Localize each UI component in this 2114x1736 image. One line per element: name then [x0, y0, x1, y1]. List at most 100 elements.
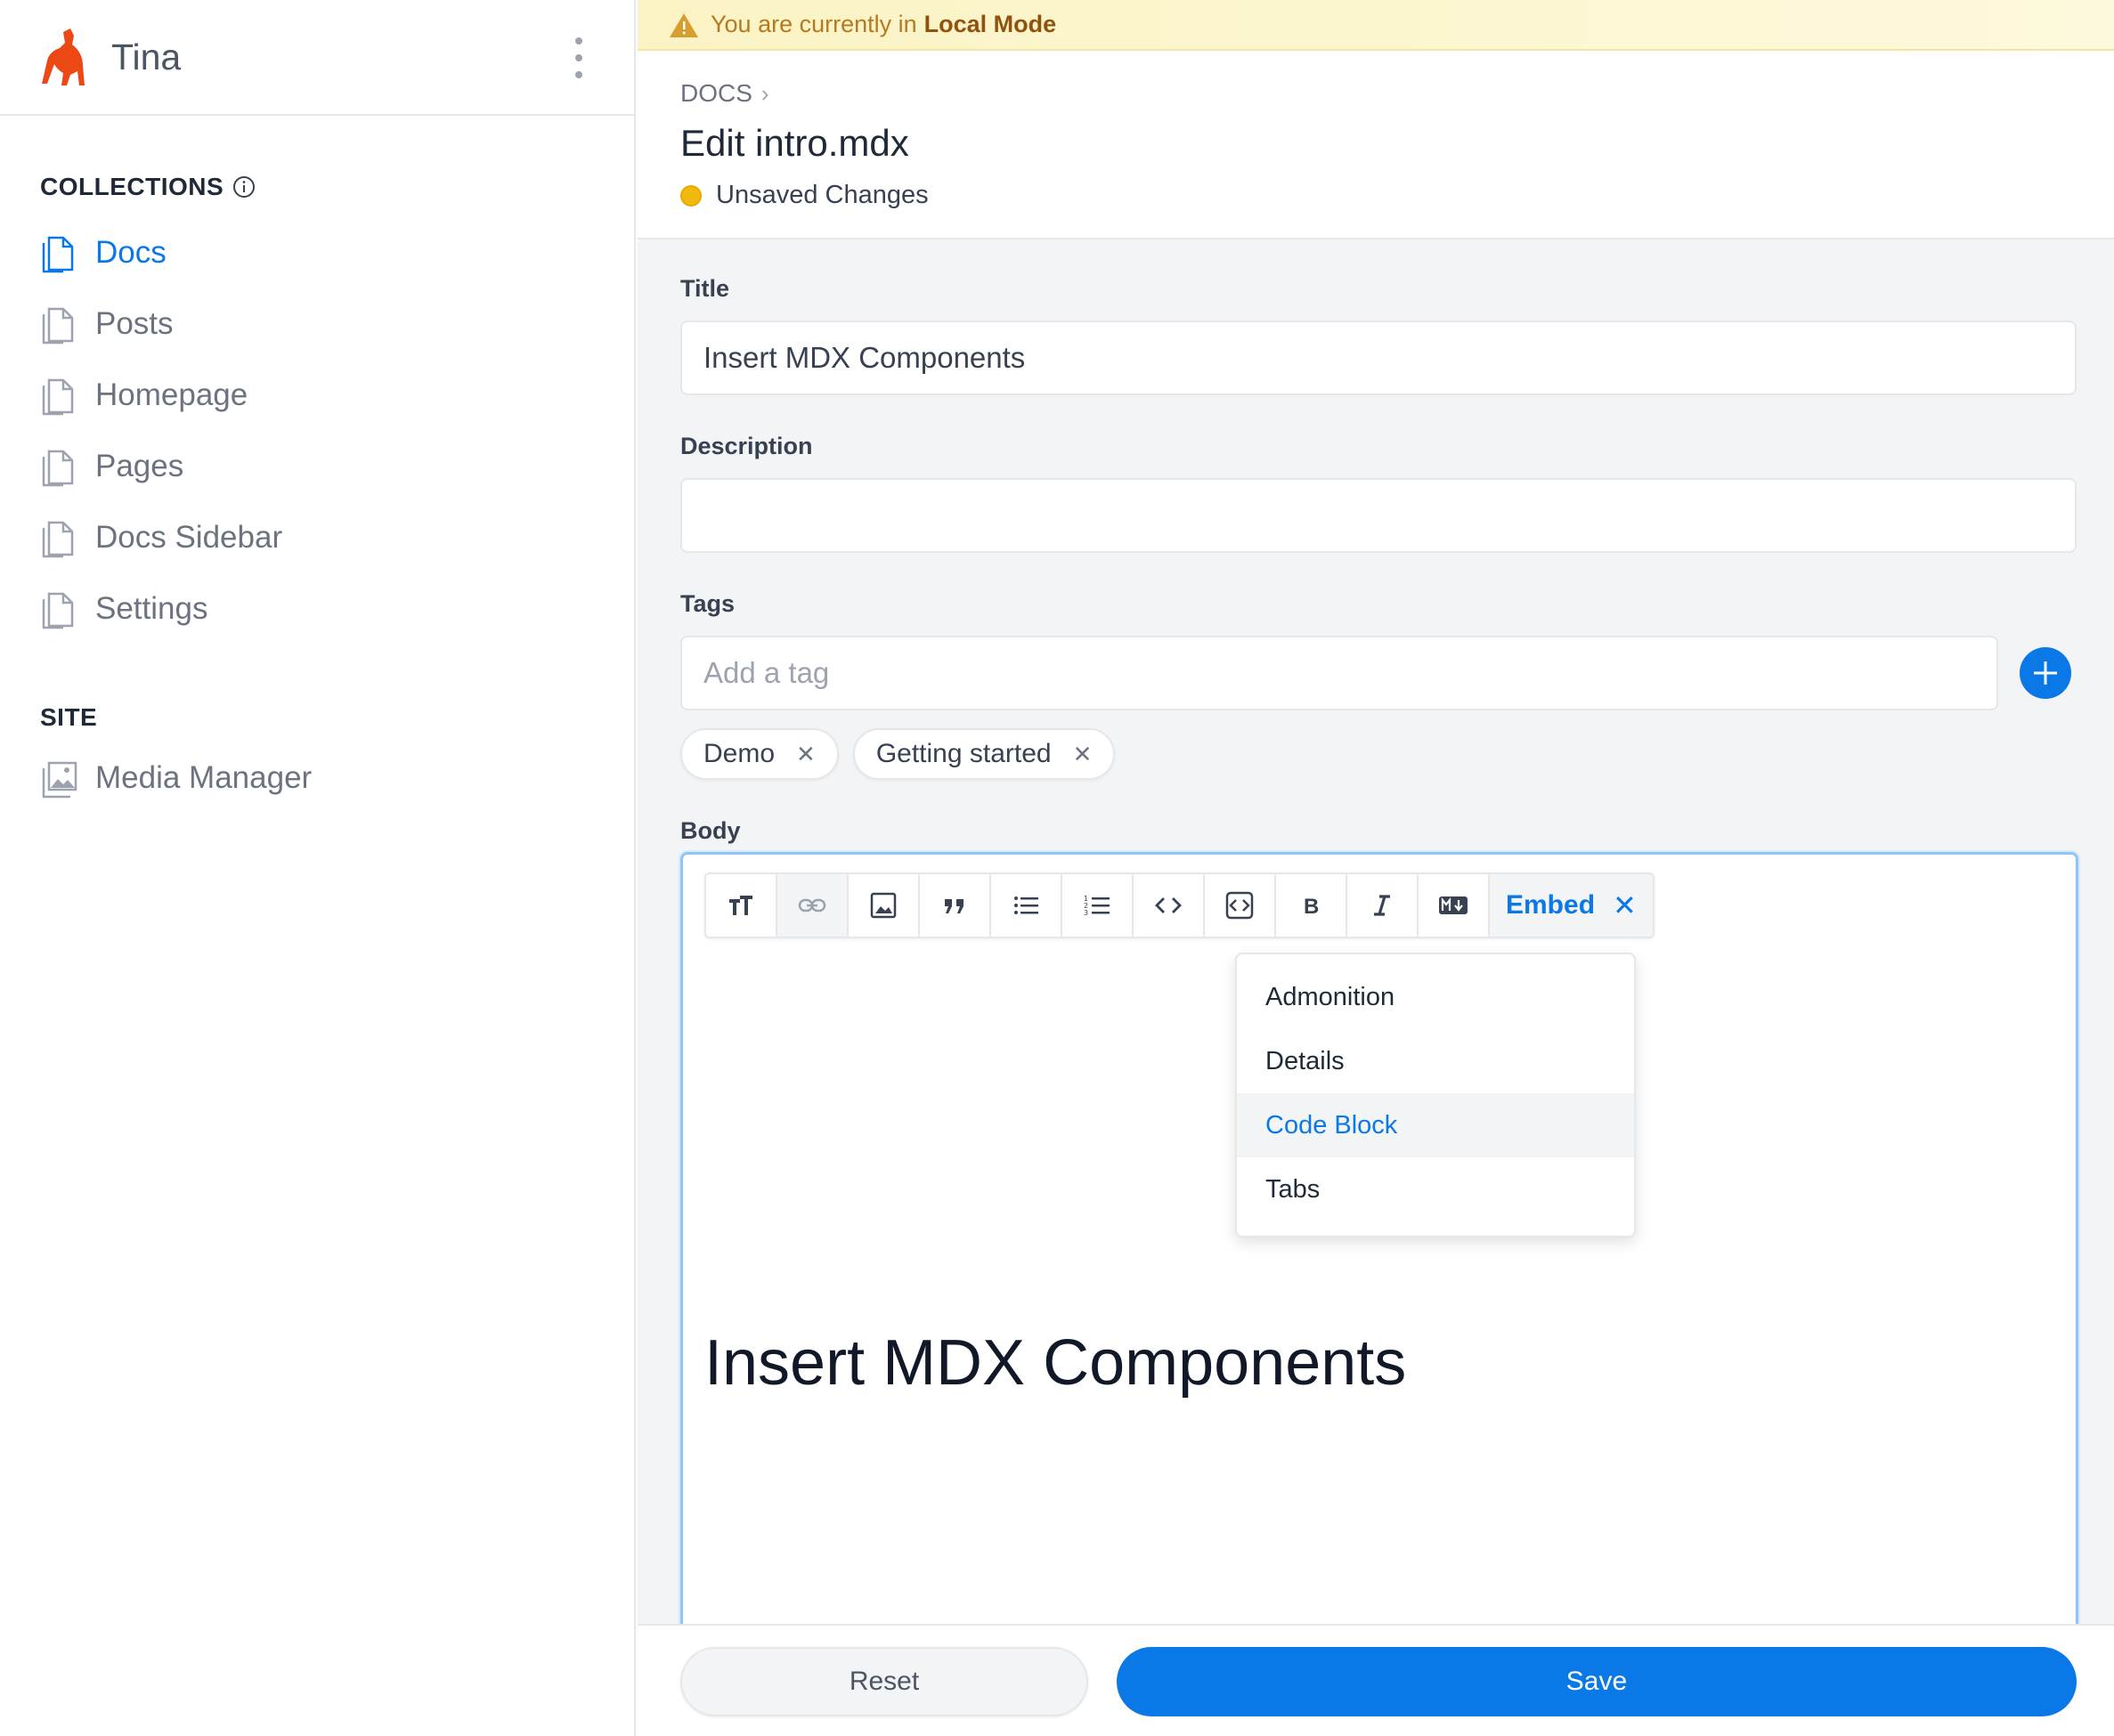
document-icon [42, 521, 74, 558]
status-indicator: Unsaved Changes [680, 181, 2071, 210]
code-icon [1155, 897, 1182, 913]
italic-button[interactable] [1347, 874, 1419, 937]
quote-icon [945, 899, 963, 913]
sidebar-item-homepage[interactable]: Homepage [0, 360, 634, 431]
plus-icon [2034, 661, 2058, 685]
embed-option-admonition[interactable]: Admonition [1237, 965, 1634, 1029]
page-title: Edit intro.mdx [680, 122, 909, 164]
info-icon[interactable] [232, 175, 256, 199]
embed-option-details[interactable]: Details [1237, 1029, 1634, 1093]
breadcrumb-docs[interactable]: DOCS [680, 79, 752, 108]
description-label: Description [680, 433, 813, 459]
numbered-list-button[interactable]: 123 [1062, 874, 1134, 937]
collections-list: Docs Posts Homepage Pages Docs Sidebar S… [0, 217, 634, 645]
main-panel: You are currently in Local Mode DOCS › E… [638, 0, 2114, 1736]
svg-text:3: 3 [1084, 909, 1088, 917]
document-form: Title Insert MDX Components Description … [638, 275, 2114, 845]
heading-button[interactable] [706, 874, 777, 937]
sidebar-item-posts[interactable]: Posts [0, 288, 634, 360]
add-tag-button[interactable] [2020, 647, 2071, 699]
local-mode-banner: You are currently in Local Mode [638, 0, 2114, 51]
sidebar: Tina COLLECTIONS Docs Posts Homepage Pag… [0, 0, 636, 1736]
site-heading: SITE [40, 703, 98, 731]
tags-row: Add a tag [680, 636, 2071, 710]
status-text: Unsaved Changes [716, 181, 929, 209]
quote-button[interactable] [920, 874, 991, 937]
embed-dropdown: Admonition Details Code Block Tabs [1235, 953, 1636, 1237]
warning-icon [670, 12, 698, 37]
sidebar-item-media-manager[interactable]: Media Manager [0, 742, 634, 814]
save-button[interactable]: Save [1117, 1647, 2077, 1716]
tag-chips: Demo ✕ Getting started ✕ [680, 728, 2071, 780]
embed-label: Embed [1506, 890, 1596, 920]
sidebar-item-label: Settings [95, 591, 208, 626]
link-icon [798, 898, 826, 913]
description-input[interactable] [680, 478, 2077, 553]
tag-chip: Demo ✕ [680, 728, 839, 780]
code-block-button[interactable] [1205, 874, 1276, 937]
code-block-icon [1225, 891, 1254, 920]
embed-button[interactable]: Embed ✕ [1490, 874, 1653, 937]
numbered-list-icon: 123 [1084, 895, 1110, 917]
site-list: Media Manager [0, 742, 634, 814]
sidebar-item-pages[interactable]: Pages [0, 431, 634, 502]
llama-logo [42, 28, 85, 85]
banner-mode: Local Mode [923, 11, 1057, 37]
remove-tag-icon[interactable]: ✕ [796, 741, 816, 768]
sidebar-item-docs-sidebar[interactable]: Docs Sidebar [0, 502, 634, 573]
sidebar-item-label: Homepage [95, 377, 248, 412]
markdown-button[interactable] [1419, 874, 1490, 937]
link-button[interactable] [777, 874, 849, 937]
heading-icon [729, 896, 752, 915]
more-options-icon[interactable] [570, 37, 588, 78]
sidebar-header: Tina [0, 0, 634, 116]
tag-chip-label: Getting started [875, 739, 1052, 768]
image-icon [870, 892, 897, 919]
sidebar-item-docs[interactable]: Docs [0, 217, 634, 288]
sidebar-item-label: Docs [95, 235, 167, 270]
unsaved-dot-icon [680, 184, 702, 207]
markdown-icon [1439, 896, 1468, 914]
close-embed-icon[interactable]: ✕ [1613, 888, 1637, 922]
editor-toolbar: 123 B Embed ✕ [704, 872, 1655, 938]
document-icon [42, 307, 74, 345]
tag-chip: Getting started ✕ [852, 728, 1116, 780]
italic-icon [1374, 895, 1390, 916]
embed-option-tabs[interactable]: Tabs [1237, 1157, 1634, 1221]
document-icon [42, 592, 74, 629]
svg-text:B: B [1304, 895, 1319, 919]
collections-heading: COLLECTIONS [0, 173, 634, 201]
document-icon [42, 450, 74, 487]
sidebar-item-label: Docs Sidebar [95, 520, 283, 555]
title-label: Title [680, 275, 730, 302]
title-input[interactable]: Insert MDX Components [680, 320, 2077, 395]
body-editor[interactable]: 123 B Embed ✕ Admonition Details Code Bl… [680, 852, 2078, 1736]
image-button[interactable] [849, 874, 920, 937]
tag-input[interactable]: Add a tag [680, 636, 1999, 710]
inline-code-button[interactable] [1134, 874, 1205, 937]
sidebar-item-label: Pages [95, 449, 184, 483]
editor-heading[interactable]: Insert MDX Components [704, 1326, 1406, 1399]
breadcrumb[interactable]: DOCS › [680, 79, 2071, 108]
app-title: Tina [111, 36, 182, 77]
document-icon [42, 378, 74, 416]
bullet-list-button[interactable] [991, 874, 1062, 937]
sidebar-item-settings[interactable]: Settings [0, 573, 634, 645]
chevron-right-icon: › [760, 79, 769, 107]
document-icon [42, 236, 74, 273]
form-footer: Reset Save [638, 1624, 2114, 1736]
page-header: DOCS › Edit intro.mdx Unsaved Changes [638, 51, 2114, 239]
sidebar-item-label: Media Manager [95, 760, 313, 795]
bold-icon: B [1304, 895, 1319, 919]
image-icon [42, 761, 77, 799]
body-label: Body [680, 817, 741, 844]
embed-option-code-block[interactable]: Code Block [1237, 1093, 1634, 1157]
bold-button[interactable]: B [1276, 874, 1347, 937]
sidebar-item-label: Posts [95, 306, 174, 341]
tags-label: Tags [680, 590, 736, 617]
banner-text: You are currently in [711, 11, 917, 37]
tag-chip-label: Demo [703, 739, 776, 768]
collections-heading-label: COLLECTIONS [40, 173, 224, 200]
remove-tag-icon[interactable]: ✕ [1073, 741, 1093, 768]
reset-button[interactable]: Reset [680, 1647, 1088, 1716]
